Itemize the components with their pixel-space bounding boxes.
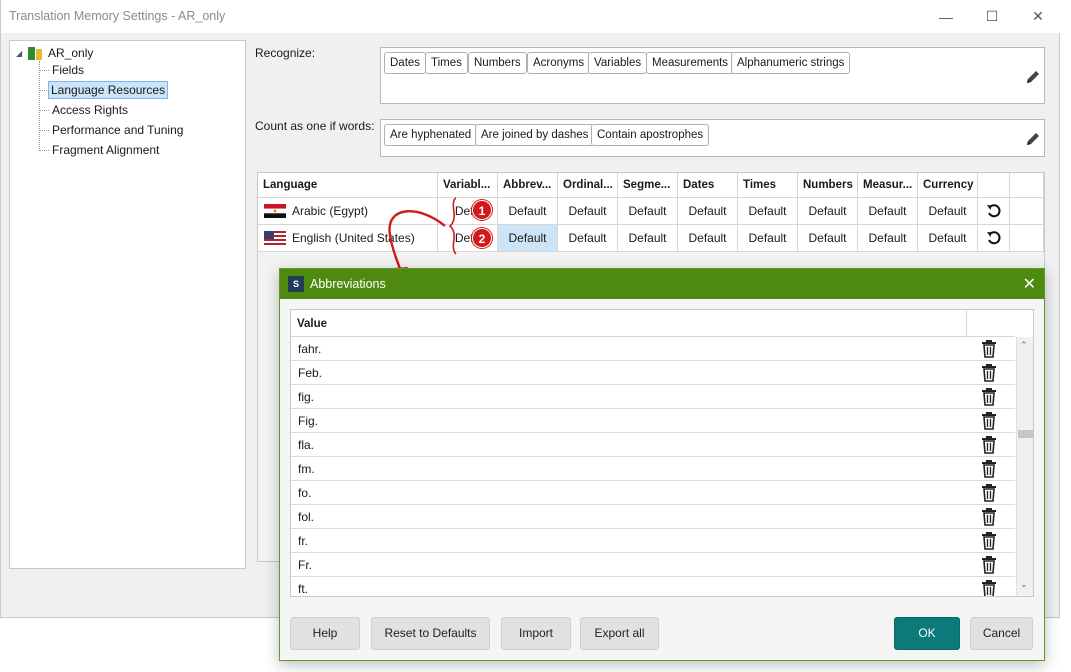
- abbreviations-table: Value fahr. Feb. fig. Fig. fla. fm. fo. fol. fr.…: [290, 309, 1034, 597]
- help-button[interactable]: Help: [290, 617, 360, 650]
- trash-icon[interactable]: [981, 340, 997, 358]
- abbreviation-row[interactable]: fig.: [291, 385, 1015, 409]
- abbreviation-row[interactable]: fol.: [291, 505, 1015, 529]
- trash-icon[interactable]: [981, 580, 997, 597]
- abbreviations-dialog: S Abbreviations ✕ Value fahr. Feb. fig. Fig…: [279, 268, 1045, 661]
- annotation-badge-1: 1: [472, 200, 492, 220]
- abbreviation-value: fo.: [298, 486, 312, 500]
- dialog-titlebar: S Abbreviations ✕: [280, 269, 1044, 299]
- vertical-scrollbar[interactable]: ⌃ ⌄: [1016, 337, 1033, 596]
- trash-icon[interactable]: [981, 484, 997, 502]
- abbreviation-value: fla.: [298, 438, 315, 452]
- trash-icon[interactable]: [981, 532, 997, 550]
- import-button[interactable]: Import: [501, 617, 571, 650]
- abbreviation-row[interactable]: fo.: [291, 481, 1015, 505]
- annotation-badge-2: 2: [472, 228, 492, 248]
- trados-app-icon: S: [288, 276, 304, 292]
- abbreviation-value: fol.: [298, 510, 315, 524]
- table-header: Value: [291, 310, 1015, 337]
- abbreviation-row[interactable]: Fr.: [291, 553, 1015, 577]
- trash-icon[interactable]: [981, 412, 997, 430]
- scroll-down-icon[interactable]: ⌄: [1020, 579, 1028, 590]
- abbreviation-value: fig.: [298, 390, 315, 404]
- cancel-button[interactable]: Cancel: [970, 617, 1033, 650]
- trash-icon[interactable]: [981, 508, 997, 526]
- abbreviation-value: fm.: [298, 462, 315, 476]
- trash-icon[interactable]: [981, 388, 997, 406]
- scroll-up-icon[interactable]: ⌃: [1020, 340, 1028, 351]
- abbreviation-value: Fig.: [298, 414, 319, 428]
- export-all-button[interactable]: Export all: [580, 617, 659, 650]
- abbreviation-row[interactable]: fr.: [291, 529, 1015, 553]
- reset-to-defaults-button[interactable]: Reset to Defaults: [371, 617, 490, 650]
- dialog-title: Abbreviations: [310, 277, 386, 291]
- column-header-value[interactable]: Value: [297, 318, 327, 330]
- abbreviation-row[interactable]: fla.: [291, 433, 1015, 457]
- scroll-thumb[interactable]: [1018, 430, 1033, 438]
- abbreviation-value: Feb.: [298, 366, 323, 380]
- trash-icon[interactable]: [981, 460, 997, 478]
- trash-icon[interactable]: [981, 364, 997, 382]
- abbreviation-row[interactable]: fm.: [291, 457, 1015, 481]
- abbreviation-value: fahr.: [298, 342, 322, 356]
- ok-button[interactable]: OK: [894, 617, 960, 650]
- close-icon[interactable]: ✕: [1023, 274, 1036, 294]
- trash-icon[interactable]: [981, 556, 997, 574]
- abbreviation-row[interactable]: fahr.: [291, 337, 1015, 361]
- abbreviation-row[interactable]: Feb.: [291, 361, 1015, 385]
- abbreviation-value: Fr.: [298, 558, 312, 572]
- abbreviation-row[interactable]: ft.: [291, 577, 1015, 597]
- abbreviation-value: fr.: [298, 534, 309, 548]
- trash-icon[interactable]: [981, 436, 997, 454]
- abbreviation-value: ft.: [298, 582, 309, 596]
- abbreviation-row[interactable]: Fig.: [291, 409, 1015, 433]
